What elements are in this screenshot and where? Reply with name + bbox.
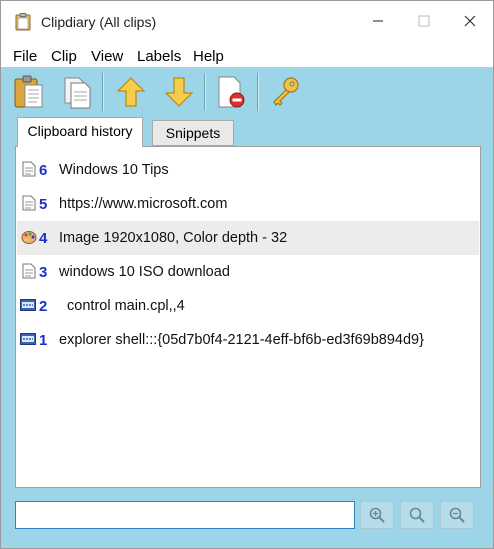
maximize-icon [418,15,430,27]
clip-text: Image 1920x1080, Color depth - 32 [59,230,288,246]
list-item[interactable]: 1 explorer shell:::{05d7b0f4-2121-4eff-b… [17,323,479,357]
arrow-down-icon [164,77,194,107]
app-window: Clipdiary (All clips) File Clip View Lab… [0,0,494,549]
zoom-in-button[interactable] [360,501,394,529]
delete-button[interactable] [213,74,249,110]
clip-list[interactable]: 6 Windows 10 Tips 5 https://www.microsof… [15,146,481,488]
clip-number: 1 [39,332,48,349]
move-up-button[interactable] [113,74,149,110]
copy-button[interactable] [59,74,95,110]
menu-bar: File Clip View Labels Help [1,41,493,67]
menu-labels[interactable]: Labels [137,48,181,65]
tab-snippets[interactable]: Snippets [152,120,234,146]
menu-file[interactable]: File [13,48,37,65]
close-button[interactable] [447,1,493,41]
search-icon [409,507,425,523]
menu-clip[interactable]: Clip [51,48,77,65]
close-icon [464,15,476,27]
text-document-icon [22,195,36,211]
toolbar-separator [204,73,206,111]
minimize-icon [373,20,383,22]
minimize-button[interactable] [355,1,401,41]
toolbar-separator [102,73,104,111]
tab-clipboard-history[interactable]: Clipboard history [17,117,143,147]
window-title: Clipdiary (All clips) [41,14,157,30]
text-document-icon [22,161,36,177]
image-palette-icon [21,231,37,244]
clipboard-app-icon [15,13,31,31]
copy-pages-icon [64,77,91,109]
menu-view[interactable]: View [91,48,123,65]
clip-number: 4 [39,230,48,247]
html-icon [20,299,36,311]
clip-text: Windows 10 Tips [59,162,169,178]
clip-text: control main.cpl,,4 [59,298,185,314]
search-button[interactable] [400,501,434,529]
zoom-in-icon [369,507,385,523]
list-item[interactable]: 5 https://www.microsoft.com [17,187,479,221]
list-item[interactable]: 3 windows 10 ISO download [17,255,479,289]
clip-number: 5 [39,196,48,213]
list-item-selected[interactable]: 4 Image 1920x1080, Color depth - 32 [17,221,479,255]
zoom-out-button[interactable] [440,501,474,529]
list-item[interactable]: 6 Windows 10 Tips [17,153,479,187]
clip-text: https://www.microsoft.com [59,196,228,212]
move-down-button[interactable] [161,74,197,110]
paste-button[interactable] [11,74,47,110]
clip-number: 2 [39,298,48,315]
delete-document-icon [218,76,245,108]
toolbar-separator [257,73,259,111]
title-bar: Clipdiary (All clips) [1,1,493,41]
text-document-icon [22,263,36,279]
maximize-button[interactable] [401,1,447,41]
zoom-out-icon [449,507,465,523]
clip-number: 3 [39,264,48,281]
arrow-up-icon [116,77,146,107]
menu-help[interactable]: Help [193,48,224,65]
key-icon [273,77,299,106]
toolbar [1,67,493,117]
html-icon [20,333,36,345]
clipboard-paste-icon [14,75,43,108]
list-item[interactable]: 2 control main.cpl,,4 [17,289,479,323]
search-input[interactable] [15,501,355,529]
settings-key-button[interactable] [267,74,303,110]
clip-text: windows 10 ISO download [59,264,230,280]
clip-text: explorer shell:::{05d7b0f4-2121-4eff-bf6… [59,332,424,348]
clip-number: 6 [39,162,48,179]
